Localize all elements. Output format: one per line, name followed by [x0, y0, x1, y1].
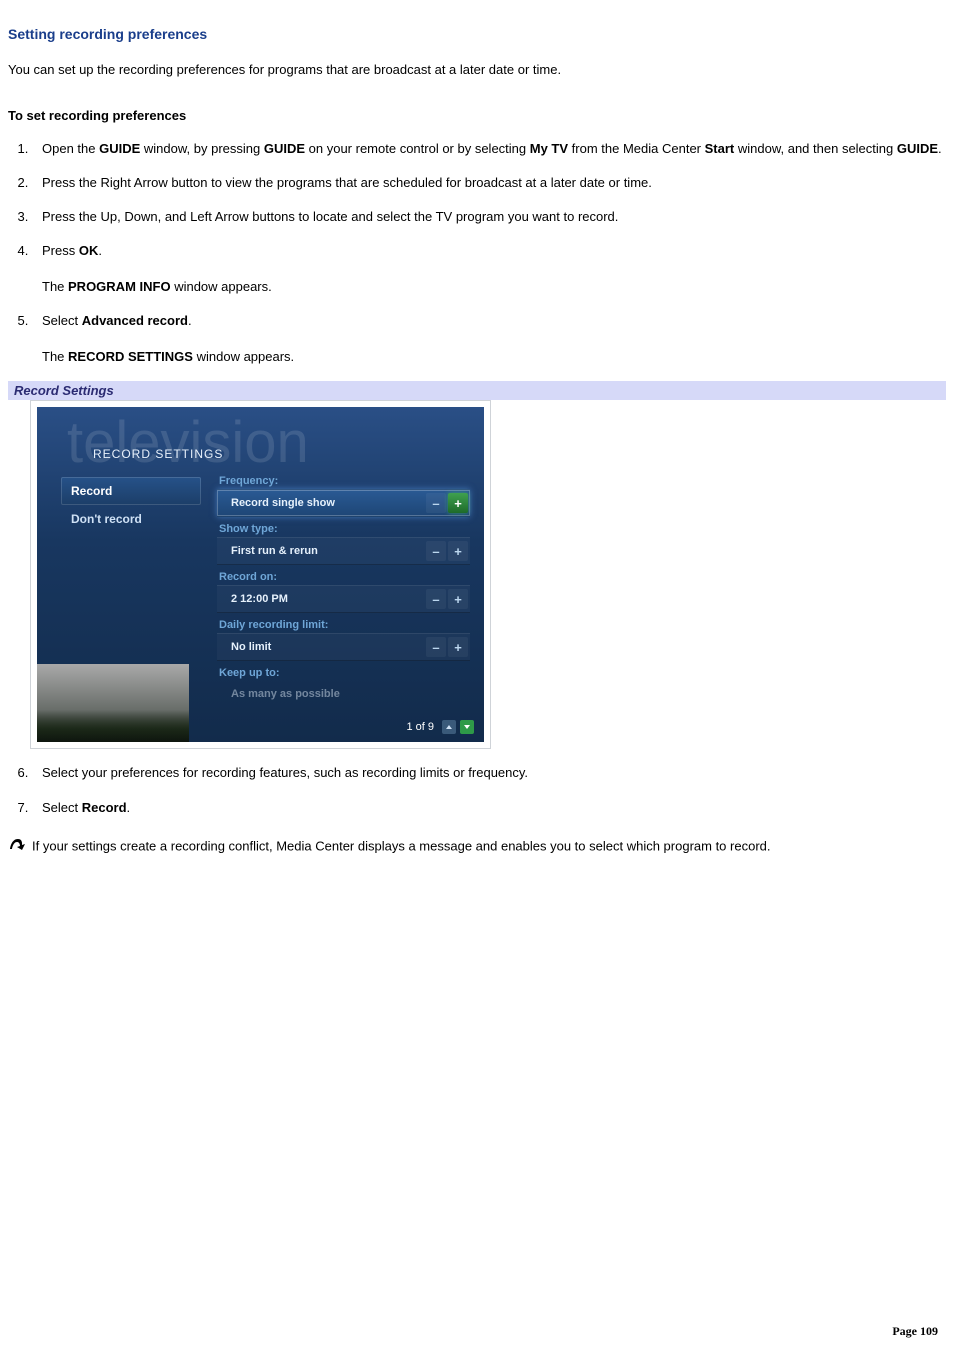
pager: 1 of 9: [406, 720, 474, 734]
setting-value: As many as possible: [217, 688, 470, 700]
setting-row-keepupto[interactable]: As many as possible: [217, 681, 470, 707]
record-settings-window: television RECORD SETTINGS Record Don't …: [37, 407, 484, 742]
settings-column: Frequency: Record single show – + Show t…: [217, 471, 470, 713]
plus-button[interactable]: +: [448, 589, 468, 609]
chevron-up-icon: [445, 723, 453, 731]
minus-button[interactable]: –: [426, 637, 446, 657]
step-7: Select Record.: [32, 798, 946, 818]
minus-button[interactable]: –: [426, 589, 446, 609]
video-preview: [37, 664, 189, 742]
pager-text: 1 of 9: [406, 721, 434, 733]
plus-button[interactable]: +: [448, 637, 468, 657]
watermark-text: television: [67, 409, 309, 476]
screenshot: television RECORD SETTINGS Record Don't …: [30, 400, 491, 749]
page-title: Setting recording preferences: [8, 26, 946, 42]
setting-value: 2 12:00 PM: [217, 593, 426, 605]
setting-value: No limit: [217, 641, 426, 653]
plus-button[interactable]: +: [448, 541, 468, 561]
side-item-dont-record[interactable]: Don't record: [61, 505, 201, 533]
note-text: If your settings create a recording conf…: [32, 838, 771, 853]
setting-label-recordon: Record on:: [219, 571, 470, 583]
setting-row-recordon[interactable]: 2 12:00 PM – +: [217, 585, 470, 613]
page-up-button[interactable]: [442, 720, 456, 734]
procedure-list-cont: Select your preferences for recording fe…: [32, 763, 946, 817]
setting-label-dailylimit: Daily recording limit:: [219, 619, 470, 631]
page-footer: Page 109: [892, 1324, 938, 1339]
procedure-heading: To set recording preferences: [8, 108, 946, 123]
setting-value: Record single show: [217, 497, 426, 509]
page-down-button[interactable]: [460, 720, 474, 734]
setting-row-frequency[interactable]: Record single show – +: [217, 489, 470, 517]
setting-label-keepupto: Keep up to:: [219, 667, 470, 679]
step-3: Press the Up, Down, and Left Arrow butto…: [32, 207, 946, 227]
setting-label-frequency: Frequency:: [219, 475, 470, 487]
intro-text: You can set up the recording preferences…: [8, 60, 946, 80]
step-1: Open the GUIDE window, by pressing GUIDE…: [32, 139, 946, 159]
step-5: Select Advanced record. The RECORD SETTI…: [32, 311, 946, 367]
step-2: Press the Right Arrow button to view the…: [32, 173, 946, 193]
step-4: Press OK. The PROGRAM INFO window appear…: [32, 241, 946, 297]
window-title: RECORD SETTINGS: [93, 447, 223, 461]
plus-button[interactable]: +: [448, 493, 468, 513]
note-icon: [8, 836, 28, 858]
setting-value: First run & rerun: [217, 545, 426, 557]
setting-label-showtype: Show type:: [219, 523, 470, 535]
minus-button[interactable]: –: [426, 493, 446, 513]
procedure-list: Open the GUIDE window, by pressing GUIDE…: [32, 139, 946, 368]
setting-row-showtype[interactable]: First run & rerun – +: [217, 537, 470, 565]
minus-button[interactable]: –: [426, 541, 446, 561]
note: If your settings create a recording conf…: [8, 836, 946, 858]
side-item-record[interactable]: Record: [61, 477, 201, 505]
chevron-down-icon: [463, 723, 471, 731]
step-6: Select your preferences for recording fe…: [32, 763, 946, 783]
side-list: Record Don't record: [61, 477, 201, 533]
setting-row-dailylimit[interactable]: No limit – +: [217, 633, 470, 661]
screenshot-caption: Record Settings: [8, 381, 946, 400]
